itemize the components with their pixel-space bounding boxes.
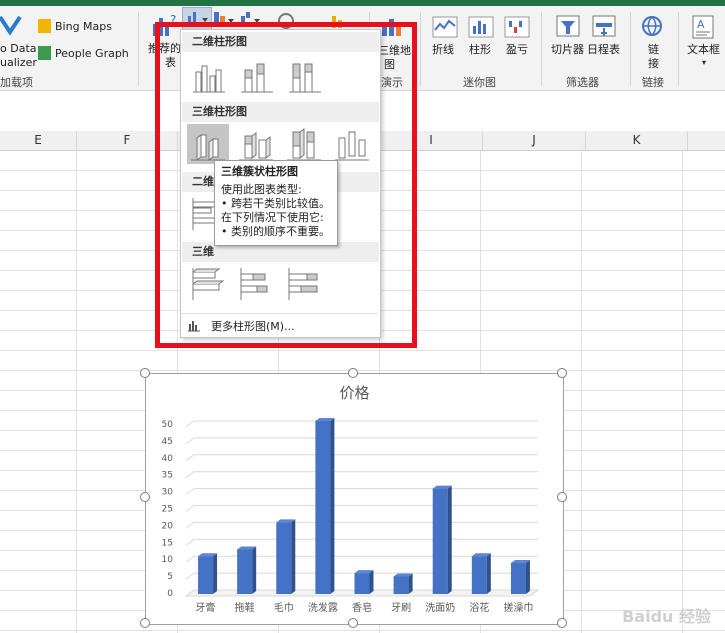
bing-maps-icon[interactable] bbox=[38, 19, 51, 33]
sparkline-line-button[interactable]: 折线 bbox=[432, 43, 454, 56]
group-divider bbox=[630, 12, 631, 86]
y-tick-label: 0 bbox=[167, 589, 173, 599]
bing-maps-button[interactable]: Bing Maps bbox=[55, 20, 112, 33]
chart-resize-handle[interactable] bbox=[140, 368, 150, 378]
link-label-2[interactable]: 接 bbox=[648, 57, 659, 70]
sparkline-line-icon[interactable] bbox=[432, 16, 458, 38]
x-tick-label: 毛巾 bbox=[274, 601, 294, 614]
y-tick-label: 45 bbox=[162, 437, 173, 447]
chart-resize-handle[interactable] bbox=[348, 368, 358, 378]
column-header[interactable]: K bbox=[586, 131, 688, 150]
link-group-label: 链接 bbox=[642, 76, 664, 89]
x-tick-label: 浴花 bbox=[469, 601, 489, 614]
bar-side bbox=[213, 553, 218, 594]
group-divider bbox=[541, 12, 542, 86]
link-label-1[interactable]: 链 bbox=[648, 43, 659, 56]
y-tick-label: 35 bbox=[162, 471, 173, 481]
y-tick-label: 10 bbox=[162, 555, 174, 565]
sparkline-winloss-button[interactable]: 盈亏 bbox=[506, 43, 528, 56]
x-tick-label: 香皂 bbox=[352, 601, 372, 614]
textbox-dropdown-icon[interactable]: ▾ bbox=[702, 56, 706, 69]
gridline-depth bbox=[185, 555, 195, 563]
gridline-depth bbox=[185, 471, 195, 479]
bar-side bbox=[486, 553, 491, 594]
link-icon[interactable] bbox=[640, 14, 666, 40]
bar-front bbox=[393, 576, 409, 594]
chart-resize-handle[interactable] bbox=[348, 618, 358, 628]
y-tick-label: 15 bbox=[162, 538, 173, 548]
gridline-depth bbox=[185, 505, 195, 512]
chart-object[interactable]: 价格 0 5 10 15 20 25 30 35 40 45 50 牙膏 拖鞋 毛巾 洗发露 香皂 牙刷 洗面奶 浴花… bbox=[145, 373, 564, 625]
bar-side bbox=[252, 546, 257, 594]
chart-plot-svg: 价格 0 5 10 15 20 25 30 35 40 45 50 牙膏 拖鞋 毛巾 洗发露 香皂 牙刷 洗面奶 浴花… bbox=[162, 384, 540, 614]
sparkline-column-icon[interactable] bbox=[468, 16, 494, 38]
group-divider bbox=[420, 12, 421, 86]
visualizer-icon[interactable] bbox=[0, 14, 22, 36]
group-divider bbox=[138, 12, 139, 86]
gridline-depth bbox=[185, 420, 195, 428]
group-divider bbox=[678, 12, 679, 86]
gridline-depth bbox=[185, 572, 195, 580]
slicer-button[interactable]: 切片器 bbox=[551, 43, 584, 56]
gridline-depth bbox=[185, 437, 195, 445]
sparkline-winloss-icon[interactable] bbox=[504, 16, 530, 38]
bar-front bbox=[432, 488, 448, 594]
watermark-text: Baidu 经验 bbox=[622, 607, 711, 626]
chart-resize-handle[interactable] bbox=[140, 618, 150, 628]
chart-resize-handle[interactable] bbox=[140, 492, 150, 502]
gridline-depth bbox=[185, 521, 195, 529]
bar-side bbox=[447, 485, 452, 594]
x-tick-label: 洗发露 bbox=[308, 601, 338, 614]
annotation-red-box bbox=[155, 22, 417, 348]
chart-title: 价格 bbox=[339, 384, 369, 402]
y-tick-label: 30 bbox=[162, 488, 174, 498]
chart-resize-handle[interactable] bbox=[557, 492, 567, 502]
y-tick-label: 40 bbox=[162, 454, 174, 464]
sparkline-column-button[interactable]: 柱形 bbox=[469, 43, 491, 56]
bar-side bbox=[408, 573, 413, 594]
people-graph-button[interactable]: People Graph bbox=[55, 47, 129, 60]
x-tick-label: 拖鞋 bbox=[235, 601, 255, 614]
gridline-depth bbox=[185, 454, 195, 462]
slicer-icon[interactable] bbox=[555, 14, 581, 40]
bar-front bbox=[354, 573, 370, 594]
bar-front bbox=[198, 556, 214, 594]
visualizer-label-2[interactable]: ualizer bbox=[0, 56, 37, 69]
gridline-depth bbox=[185, 538, 195, 546]
people-graph-icon[interactable] bbox=[38, 46, 51, 60]
bar-side bbox=[525, 559, 530, 594]
bar-front bbox=[510, 562, 526, 594]
y-tick-label: 5 bbox=[167, 572, 173, 582]
bar-side bbox=[369, 570, 374, 594]
chart-resize-handle[interactable] bbox=[557, 368, 567, 378]
bar-side bbox=[330, 418, 335, 594]
sparkline-group-label: 迷你图 bbox=[463, 76, 496, 89]
gridline-depth bbox=[185, 488, 195, 495]
y-tick-label: 50 bbox=[162, 420, 174, 430]
filter-group-label: 筛选器 bbox=[566, 76, 599, 89]
chart-resize-handle[interactable] bbox=[557, 618, 567, 628]
x-tick-label: 牙膏 bbox=[196, 601, 216, 614]
x-tick-label: 牙刷 bbox=[391, 602, 411, 614]
bar-front bbox=[237, 549, 253, 594]
y-tick-label: 25 bbox=[162, 505, 173, 515]
y-tick-label: 20 bbox=[162, 521, 174, 531]
bar-front bbox=[276, 522, 292, 594]
x-tick-label: 洗面奶 bbox=[425, 602, 455, 614]
svg-text:A: A bbox=[697, 18, 705, 31]
x-tick-label: 搓澡巾 bbox=[503, 601, 533, 614]
addins-group-label: 加载项 bbox=[0, 76, 33, 89]
visualizer-label-1[interactable]: o Data bbox=[0, 42, 37, 55]
bar-front bbox=[471, 556, 487, 594]
column-header[interactable]: E bbox=[0, 131, 77, 150]
textbox-button[interactable]: 文本框 bbox=[687, 43, 720, 56]
bar-side bbox=[291, 519, 296, 594]
bar-front bbox=[315, 421, 331, 594]
textbox-icon[interactable]: A bbox=[691, 14, 715, 40]
timeline-button[interactable]: 日程表 bbox=[587, 43, 620, 56]
column-header[interactable]: J bbox=[483, 131, 586, 150]
timeline-icon[interactable] bbox=[591, 14, 617, 40]
